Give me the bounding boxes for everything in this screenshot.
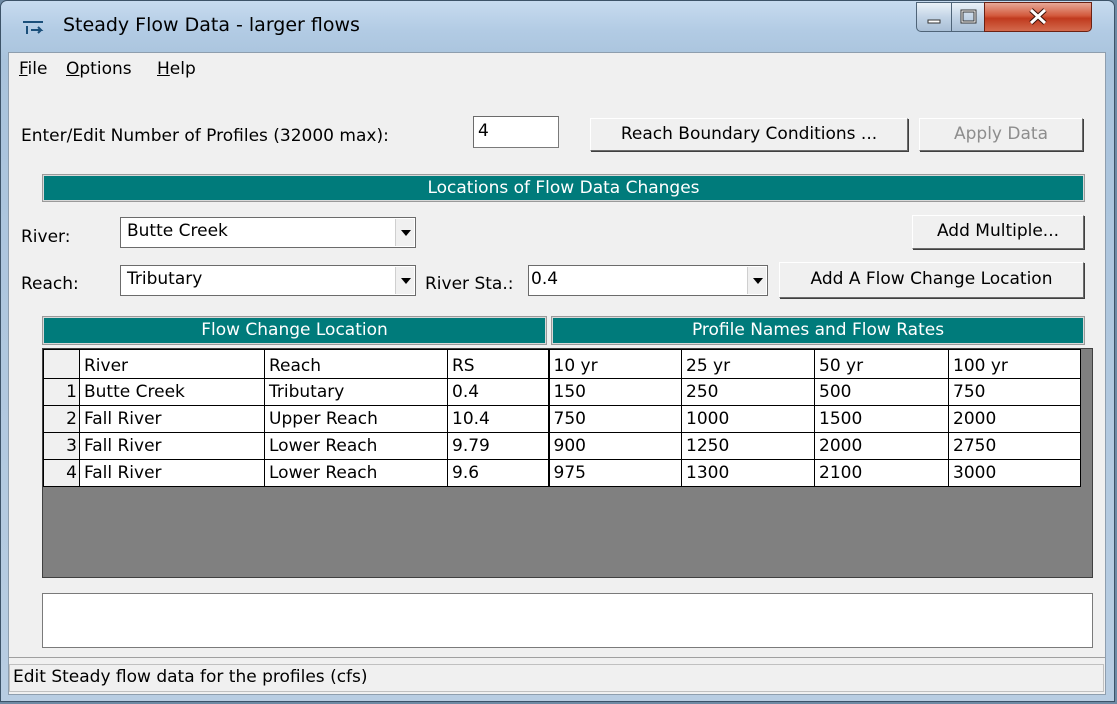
column-header-profile-1[interactable]: 10 yr: [547, 349, 682, 379]
river-station-label: River Sta.:: [425, 274, 514, 294]
cell-reach[interactable]: Lower Reach: [264, 432, 448, 460]
column-header-profile-2[interactable]: 25 yr: [681, 349, 815, 379]
cell-flow[interactable]: 1000: [681, 405, 815, 433]
grid-header-row: River Reach RS 10 yr 25 yr 50 yr 100 yr: [43, 349, 1081, 379]
cell-reach[interactable]: Upper Reach: [264, 405, 448, 433]
cell-flow[interactable]: 900: [547, 432, 682, 460]
cell-flow[interactable]: 500: [814, 378, 949, 406]
menu-bar: File Options Help: [9, 53, 1105, 83]
table-row: 4 Fall River Lower Reach 9.6 975 1300 21…: [43, 459, 1081, 487]
column-header-rs[interactable]: RS: [447, 349, 549, 379]
cell-flow[interactable]: 1250: [681, 432, 815, 460]
cell-flow[interactable]: 3000: [948, 459, 1081, 487]
title-bar[interactable]: Steady Flow Data - larger flows: [1, 1, 1114, 51]
maximize-icon: [960, 9, 977, 24]
maximize-button[interactable]: [951, 2, 985, 32]
app-icon: [23, 21, 44, 34]
cell-rs[interactable]: 9.6: [447, 459, 549, 487]
cell-flow[interactable]: 1300: [681, 459, 815, 487]
reach-select[interactable]: Tributary: [120, 265, 416, 296]
profiles-label: Enter/Edit Number of Profiles (32000 max…: [21, 126, 389, 146]
menu-help[interactable]: Help: [157, 59, 196, 79]
app-window: Steady Flow Data - larger flows File Opt…: [0, 0, 1115, 702]
cell-flow[interactable]: 2000: [948, 405, 1081, 433]
profile-names-header: Profile Names and Flow Rates: [552, 317, 1084, 344]
row-number-header: [43, 349, 80, 379]
add-flow-change-location-button[interactable]: Add A Flow Change Location: [779, 262, 1084, 298]
menu-file[interactable]: File: [19, 59, 47, 79]
river-station-select[interactable]: 0.4: [528, 265, 768, 296]
message-box: [42, 593, 1093, 648]
reach-label: Reach:: [21, 274, 79, 294]
cell-river[interactable]: Fall River: [79, 432, 265, 460]
row-number: 4: [43, 459, 80, 487]
flow-table: River Reach RS 10 yr 25 yr 50 yr 100 yr …: [43, 349, 1081, 487]
table-row: 3 Fall River Lower Reach 9.79 900 1250 2…: [43, 432, 1081, 460]
reach-boundary-conditions-button[interactable]: Reach Boundary Conditions ...: [590, 118, 908, 151]
menu-options[interactable]: Options: [66, 59, 132, 79]
cell-reach[interactable]: Lower Reach: [264, 459, 448, 487]
column-header-profile-4[interactable]: 100 yr: [948, 349, 1081, 379]
cell-rs[interactable]: 10.4: [447, 405, 549, 433]
flow-data-grid: River Reach RS 10 yr 25 yr 50 yr 100 yr …: [42, 348, 1093, 578]
cell-rs[interactable]: 9.79: [447, 432, 549, 460]
cell-rs[interactable]: 0.4: [447, 378, 549, 406]
cell-flow[interactable]: 150: [547, 378, 682, 406]
row-number: 3: [43, 432, 80, 460]
close-button[interactable]: [984, 2, 1092, 32]
cell-flow[interactable]: 2000: [814, 432, 949, 460]
cell-flow[interactable]: 975: [547, 459, 682, 487]
cell-reach[interactable]: Tributary: [264, 378, 448, 406]
row-number: 1: [43, 378, 80, 406]
apply-data-button[interactable]: Apply Data: [919, 118, 1083, 151]
cell-flow[interactable]: 2750: [948, 432, 1081, 460]
dropdown-arrow-icon[interactable]: [395, 219, 414, 246]
profiles-count-input[interactable]: 4: [473, 116, 559, 148]
cell-flow[interactable]: 750: [547, 405, 682, 433]
dropdown-arrow-icon[interactable]: [747, 267, 766, 294]
cell-river[interactable]: Butte Creek: [79, 378, 265, 406]
cell-river[interactable]: Fall River: [79, 459, 265, 487]
cell-flow[interactable]: 1500: [814, 405, 949, 433]
column-header-profile-3[interactable]: 50 yr: [814, 349, 949, 379]
table-row: 2 Fall River Upper Reach 10.4 750 1000 1…: [43, 405, 1081, 433]
column-header-reach[interactable]: Reach: [264, 349, 448, 379]
dropdown-arrow-icon[interactable]: [395, 267, 414, 294]
close-icon: [1029, 8, 1047, 25]
cell-flow[interactable]: 750: [948, 378, 1081, 406]
reach-select-value: Tributary: [127, 269, 203, 289]
flow-change-location-header: Flow Change Location: [43, 317, 546, 344]
table-row: 1 Butte Creek Tributary 0.4 150 250 500 …: [43, 378, 1081, 406]
add-multiple-button[interactable]: Add Multiple...: [912, 215, 1084, 249]
minimize-button[interactable]: [916, 2, 952, 32]
minimize-icon: [927, 19, 941, 24]
row-number: 2: [43, 405, 80, 433]
river-station-select-value: 0.4: [531, 269, 559, 289]
river-select[interactable]: Butte Creek: [120, 217, 416, 248]
cell-river[interactable]: Fall River: [79, 405, 265, 433]
window-title: Steady Flow Data - larger flows: [63, 14, 360, 36]
column-header-river[interactable]: River: [79, 349, 265, 379]
client-area: File Options Help Enter/Edit Number of P…: [8, 52, 1106, 695]
river-select-value: Butte Creek: [127, 221, 228, 241]
locations-header: Locations of Flow Data Changes: [43, 175, 1084, 201]
status-bar: Edit Steady flow data for the profiles (…: [9, 657, 1105, 695]
cell-flow[interactable]: 250: [681, 378, 815, 406]
status-text: Edit Steady flow data for the profiles (…: [9, 664, 1104, 692]
cell-flow[interactable]: 2100: [814, 459, 949, 487]
river-label: River:: [21, 227, 71, 247]
